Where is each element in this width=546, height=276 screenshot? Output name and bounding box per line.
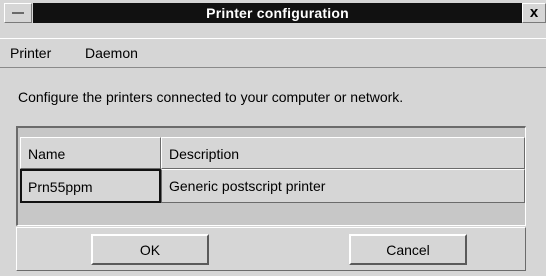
cancel-button[interactable]: Cancel	[349, 234, 467, 265]
close-button[interactable]: x	[522, 3, 546, 23]
description-text: Configure the printers connected to your…	[18, 89, 404, 105]
printer-configuration-window: Printer configuration x Printer Daemon C…	[0, 0, 546, 276]
close-icon: x	[529, 4, 539, 21]
menu-daemon[interactable]: Daemon	[85, 44, 138, 62]
title-bar[interactable]: Printer configuration x	[0, 0, 546, 26]
window-title: Printer configuration	[33, 3, 522, 23]
printer-table: Name Description Prn55ppm Generic postsc…	[16, 126, 526, 226]
dash-icon	[12, 12, 24, 14]
column-header-description[interactable]: Description	[161, 137, 525, 169]
column-header-name[interactable]: Name	[20, 137, 161, 169]
ok-button[interactable]: OK	[91, 234, 209, 265]
table-row-description-cell[interactable]: Generic postscript printer	[161, 169, 525, 203]
menu-printer[interactable]: Printer	[10, 44, 51, 62]
window-menu-button[interactable]	[4, 3, 32, 23]
button-bar: OK Cancel	[16, 227, 526, 271]
menu-bar: Printer Daemon	[0, 38, 546, 68]
table-row-name-cell[interactable]: Prn55ppm	[20, 169, 161, 203]
